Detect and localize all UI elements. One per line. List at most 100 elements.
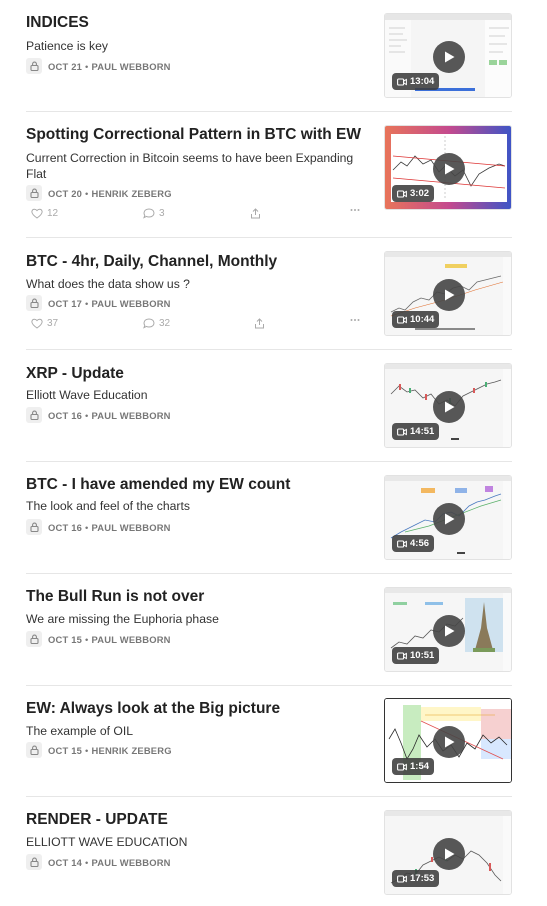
video-thumbnail[interactable]: 10:51 — [384, 587, 512, 672]
post-subtitle: We are missing the Euphoria phase — [26, 612, 219, 626]
play-icon[interactable] — [433, 838, 465, 870]
post-title[interactable]: BTC - I have amended my EW count — [26, 475, 366, 495]
post-author[interactable]: PAUL WEBBORN — [92, 634, 171, 645]
post-item[interactable]: INDICES Patience is key OCT 21 • PAUL WEBB… — [0, 0, 547, 111]
post-item[interactable]: RENDER - UPDATE ELLIOTT WAVE EDUCATION O… — [0, 797, 547, 906]
post-meta: OCT 16 • PAUL WEBBORN — [26, 406, 171, 424]
post-date: OCT 14 — [48, 856, 83, 868]
play-icon[interactable] — [433, 41, 465, 73]
post-meta: OCT 21 • PAUL WEBBORN — [26, 57, 171, 75]
comment-button[interactable]: 3 — [143, 208, 165, 219]
duration-label: 17:53 — [410, 873, 435, 884]
video-duration: 10:51 — [392, 647, 440, 664]
post-author[interactable]: PAUL WEBBORN — [92, 857, 171, 868]
heart-icon — [31, 318, 43, 329]
post-actions: 37 32 — [26, 318, 361, 334]
heart-icon — [31, 208, 43, 219]
lock-icon — [26, 519, 42, 535]
lock-icon — [26, 58, 42, 74]
more-icon — [350, 319, 360, 321]
more-icon — [350, 209, 360, 211]
post-meta: OCT 16 • PAUL WEBBORN — [26, 518, 171, 536]
post-author[interactable]: PAUL WEBBORN — [92, 298, 171, 309]
lock-icon — [26, 631, 42, 647]
lock-icon — [26, 295, 42, 311]
duration-label: 10:44 — [410, 314, 435, 325]
video-thumbnail[interactable]: 17:53 — [384, 810, 512, 895]
share-icon — [255, 318, 264, 329]
more-button[interactable] — [350, 318, 360, 322]
duration-label: 3:02 — [410, 188, 430, 199]
duration-label: 4:56 — [410, 538, 430, 549]
more-button[interactable] — [350, 208, 360, 212]
share-button[interactable] — [250, 208, 261, 219]
post-author[interactable]: HENRIK ZEBERG — [92, 188, 172, 199]
post-meta: OCT 15 • HENRIK ZEBERG — [26, 741, 172, 759]
video-camera-icon — [397, 315, 407, 324]
video-duration: 4:56 — [392, 535, 435, 552]
video-thumbnail[interactable]: 4:56 — [384, 475, 512, 560]
duration-label: 1:54 — [410, 761, 430, 772]
share-button[interactable] — [254, 318, 265, 329]
video-camera-icon — [397, 427, 407, 436]
post-item[interactable]: Spotting Correctional Pattern in BTC wit… — [0, 112, 547, 237]
video-thumbnail[interactable]: 13:04 — [384, 13, 512, 98]
post-date: OCT 15 — [48, 633, 83, 645]
comment-icon — [143, 208, 155, 219]
video-camera-icon — [397, 651, 407, 660]
video-duration: 10:44 — [392, 311, 440, 328]
post-title[interactable]: XRP - Update — [26, 364, 366, 384]
play-icon[interactable] — [433, 153, 465, 185]
video-camera-icon — [397, 539, 407, 548]
post-date: OCT 16 — [48, 521, 83, 533]
video-duration: 17:53 — [392, 870, 440, 887]
post-title[interactable]: BTC - 4hr, Daily, Channel, Monthly — [26, 252, 366, 272]
post-author[interactable]: PAUL WEBBORN — [92, 61, 171, 72]
post-title[interactable]: INDICES — [26, 13, 366, 33]
post-author[interactable]: PAUL WEBBORN — [92, 522, 171, 533]
post-feed: INDICES Patience is key OCT 21 • PAUL WEBB… — [0, 0, 547, 906]
post-title[interactable]: Spotting Correctional Pattern in BTC wit… — [26, 125, 366, 145]
lock-icon — [26, 742, 42, 758]
play-icon[interactable] — [433, 615, 465, 647]
post-item[interactable]: BTC - 4hr, Daily, Channel, Monthly What … — [0, 238, 547, 349]
lock-icon — [26, 407, 42, 423]
play-icon[interactable] — [433, 279, 465, 311]
post-subtitle: Elliott Wave Education — [26, 388, 148, 402]
post-meta: OCT 20 • HENRIK ZEBERG — [26, 184, 172, 202]
lock-icon — [26, 185, 42, 201]
play-icon[interactable] — [433, 726, 465, 758]
post-date: OCT 20 — [48, 187, 83, 199]
post-subtitle: Patience is key — [26, 39, 108, 53]
post-subtitle: ELLIOTT WAVE EDUCATION — [26, 835, 188, 849]
post-item[interactable]: BTC - I have amended my EW count The loo… — [0, 462, 547, 573]
post-item[interactable]: EW: Always look at the Big picture The e… — [0, 686, 547, 797]
like-count: 12 — [47, 208, 59, 219]
post-title[interactable]: EW: Always look at the Big picture — [26, 699, 366, 719]
post-author[interactable]: PAUL WEBBORN — [92, 410, 171, 421]
post-date: OCT 21 — [48, 60, 83, 72]
duration-label: 10:51 — [410, 650, 435, 661]
video-thumbnail[interactable]: 14:51 — [384, 363, 512, 448]
lock-icon — [26, 854, 42, 870]
post-item[interactable]: The Bull Run is not over We are missing … — [0, 574, 547, 685]
video-duration: 14:51 — [392, 423, 440, 440]
post-date: OCT 15 — [48, 744, 83, 756]
like-button[interactable]: 12 — [31, 208, 58, 219]
video-thumbnail[interactable]: 10:44 — [384, 251, 512, 336]
video-camera-icon — [397, 77, 407, 86]
post-title[interactable]: The Bull Run is not over — [26, 587, 366, 607]
play-icon[interactable] — [433, 503, 465, 535]
post-date: OCT 17 — [48, 297, 83, 309]
play-icon[interactable] — [433, 391, 465, 423]
post-title[interactable]: RENDER - UPDATE — [26, 810, 366, 830]
post-item[interactable]: XRP - Update Elliott Wave Education OCT … — [0, 350, 547, 461]
post-author[interactable]: HENRIK ZEBERG — [92, 745, 172, 756]
video-duration: 3:02 — [392, 185, 435, 202]
video-thumbnail[interactable]: 3:02 — [384, 125, 512, 210]
post-meta: OCT 17 • PAUL WEBBORN — [26, 294, 171, 312]
comment-button[interactable]: 32 — [143, 318, 170, 329]
video-camera-icon — [397, 762, 407, 771]
video-thumbnail[interactable]: 1:54 — [384, 698, 512, 783]
like-button[interactable]: 37 — [31, 318, 58, 329]
